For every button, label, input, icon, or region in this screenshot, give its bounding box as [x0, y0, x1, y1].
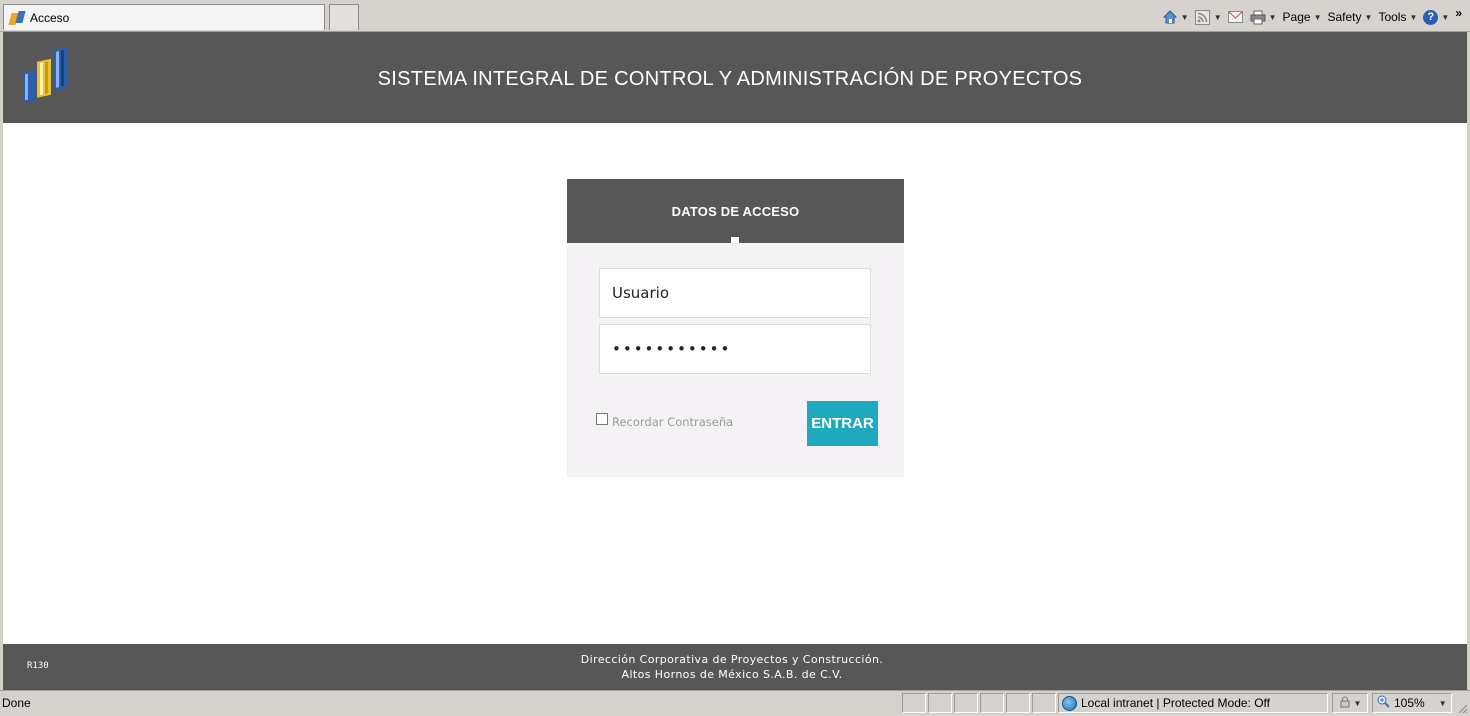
zoom-level: 105% — [1394, 696, 1425, 710]
new-tab-button[interactable] — [329, 4, 359, 30]
mail-icon — [1228, 9, 1244, 25]
command-bar: ▼ ▼ ▼ Page ▼ Safety ▼ Tools ▼ ? ▼ » — [1162, 6, 1462, 27]
app-title: SISTEMA INTEGRAL DE CONTROL Y ADMINISTRA… — [377, 68, 1083, 90]
footer-line-2: Altos Hornos de México S.A.B. de C.V. — [621, 668, 843, 681]
status-pane — [1032, 693, 1056, 713]
remember-password-label: Recordar Contraseña — [612, 415, 734, 429]
username-input[interactable] — [599, 268, 871, 318]
status-pane — [928, 693, 952, 713]
chevron-down-icon: ▼ — [1313, 12, 1322, 22]
chevron-down-icon[interactable]: ▼ — [1214, 13, 1222, 22]
globe-icon — [1062, 695, 1077, 711]
tools-menu[interactable]: Tools ▼ — [1378, 10, 1417, 24]
home-icon — [1162, 9, 1178, 25]
feeds-button[interactable]: ▼ — [1195, 9, 1222, 25]
overflow-chevron-icon[interactable]: » — [1455, 6, 1462, 20]
login-card-header: DATOS DE ACCESO — [567, 179, 904, 243]
home-button[interactable]: ▼ — [1162, 9, 1189, 25]
chevron-down-icon: ▼ — [1353, 698, 1362, 708]
remember-password-option[interactable]: Recordar Contraseña — [596, 413, 734, 429]
read-mail-button[interactable] — [1228, 9, 1244, 25]
status-pane — [954, 693, 978, 713]
status-panes — [902, 693, 1056, 713]
chevron-down-icon: ▼ — [1441, 12, 1450, 22]
remember-password-checkbox[interactable] — [596, 413, 608, 425]
browser-status-bar: Done Local intranet | Protected Mode: Of… — [0, 690, 1470, 716]
app-header: SISTEMA INTEGRAL DE CONTROL Y ADMINISTRA… — [3, 32, 1467, 123]
footer-line-1: Dirección Corporativa de Proyectos y Con… — [580, 653, 884, 666]
zoom-control[interactable]: 105% ▼ — [1372, 693, 1452, 713]
chevron-down-icon: ▼ — [1409, 12, 1418, 22]
chevron-down-icon: ▼ — [1364, 12, 1373, 22]
status-pane — [902, 693, 926, 713]
rss-icon — [1195, 9, 1211, 25]
print-button[interactable]: ▼ — [1250, 9, 1277, 25]
page-viewport: SISTEMA INTEGRAL DE CONTROL Y ADMINISTRA… — [3, 32, 1467, 690]
security-zone-label: Local intranet | Protected Mode: Off — [1081, 696, 1270, 710]
site-favicon-icon — [8, 10, 26, 25]
lock-icon — [1339, 696, 1351, 711]
browser-tab-strip: Acceso ▼ ▼ ▼ Page ▼ Safety ▼ Tools ▼ ? ▼… — [0, 0, 1470, 32]
safety-menu[interactable]: Safety ▼ — [1328, 10, 1373, 24]
login-card: DATOS DE ACCESO Recordar Contraseña ENTR… — [567, 179, 904, 477]
protected-mode-button[interactable]: ▼ — [1332, 693, 1368, 713]
footer-credits: Dirección Corporativa de Proyectos y Con… — [3, 652, 1467, 682]
tab-title: Acceso — [30, 10, 70, 25]
zoom-icon — [1377, 695, 1390, 711]
help-icon: ? — [1423, 9, 1439, 25]
chevron-down-icon: ▼ — [1438, 698, 1447, 708]
enter-button[interactable]: ENTRAR — [807, 401, 878, 446]
browser-tab[interactable]: Acceso — [3, 4, 325, 30]
help-menu[interactable]: ? ▼ — [1423, 9, 1450, 25]
chevron-down-icon[interactable]: ▼ — [1181, 13, 1189, 22]
page-menu[interactable]: Page ▼ — [1283, 10, 1322, 24]
status-text: Done — [2, 696, 31, 710]
printer-icon — [1250, 9, 1266, 25]
password-input[interactable] — [599, 324, 871, 374]
chevron-down-icon[interactable]: ▼ — [1269, 13, 1277, 22]
status-pane — [1006, 693, 1030, 713]
header-notch — [731, 237, 739, 243]
login-card-title: DATOS DE ACCESO — [671, 203, 800, 219]
security-zone[interactable]: Local intranet | Protected Mode: Off — [1058, 693, 1328, 713]
status-pane — [980, 693, 1004, 713]
app-footer: R130 Dirección Corporativa de Proyectos … — [3, 644, 1467, 690]
resize-grip-icon[interactable] — [1456, 702, 1468, 714]
